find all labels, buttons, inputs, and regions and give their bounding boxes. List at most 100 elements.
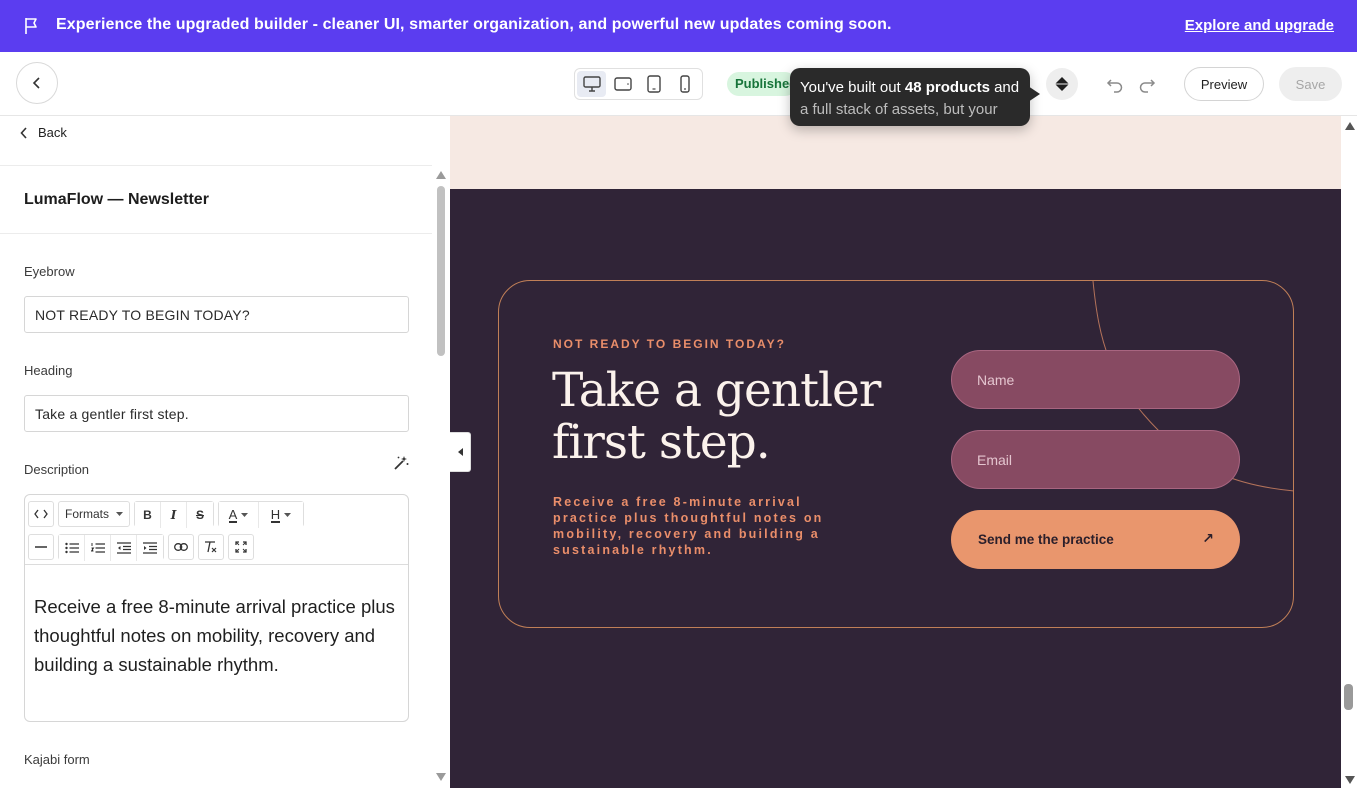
explore-upgrade-link[interactable]: Explore and upgrade bbox=[1185, 17, 1334, 34]
newsletter-card[interactable]: NOT READY TO BEGIN TODAY? Take a gentler… bbox=[498, 280, 1294, 628]
back-label: Back bbox=[38, 125, 67, 140]
formats-label: Formats bbox=[65, 507, 110, 521]
highlight-icon: H bbox=[270, 506, 281, 523]
canvas-scroll-up[interactable] bbox=[1345, 122, 1355, 130]
heading-label: Heading bbox=[24, 363, 73, 378]
caret-left-icon bbox=[457, 448, 463, 456]
products-tooltip: You've built out 48 products and a full … bbox=[790, 68, 1030, 126]
tooltip-line-2: a full stack of assets, but your 1:1 bbox=[800, 101, 998, 126]
fullscreen-icon bbox=[235, 541, 247, 553]
horizontal-rule-button[interactable] bbox=[28, 534, 54, 560]
tablet-portrait-icon bbox=[647, 75, 661, 93]
canvas-scroll-down[interactable] bbox=[1345, 776, 1355, 784]
banner-message: Experience the upgraded builder - cleane… bbox=[56, 16, 892, 33]
canvas-scrollbar-thumb[interactable] bbox=[1344, 684, 1353, 710]
code-icon bbox=[34, 509, 48, 519]
undo-icon[interactable] bbox=[1105, 74, 1125, 94]
tablet-landscape-icon bbox=[614, 77, 632, 91]
cta-label: Send me the practice bbox=[978, 532, 1114, 547]
device-switcher bbox=[574, 68, 703, 100]
previous-section-strip[interactable] bbox=[450, 116, 1341, 189]
eyebrow-label: Eyebrow bbox=[24, 264, 75, 279]
ai-assistant-button[interactable] bbox=[1046, 68, 1078, 100]
caret-down-icon bbox=[241, 513, 249, 517]
status-badge: Published bbox=[727, 72, 797, 96]
strikethrough-button[interactable]: S bbox=[187, 502, 213, 528]
flag-icon bbox=[25, 18, 37, 34]
heading-input[interactable] bbox=[24, 395, 409, 432]
email-input[interactable]: Email bbox=[951, 430, 1240, 489]
name-placeholder: Name bbox=[977, 371, 1015, 388]
font-color-button[interactable]: A bbox=[219, 502, 259, 528]
toolbar-row-1: Formats B I S A H bbox=[28, 499, 405, 529]
announcement-banner: Experience the upgraded builder - cleane… bbox=[0, 0, 1357, 52]
back-link[interactable]: Back bbox=[20, 125, 67, 140]
bold-button[interactable]: B bbox=[135, 502, 161, 528]
chevron-left-icon bbox=[20, 126, 27, 139]
editor-toolbar: Formats B I S A H bbox=[25, 495, 408, 565]
outdent-icon bbox=[116, 542, 131, 554]
device-mobile-button[interactable] bbox=[671, 71, 700, 97]
section-title: LumaFlow — Newsletter bbox=[24, 191, 209, 208]
desktop-icon bbox=[582, 76, 601, 92]
collapse-sidebar-tab[interactable] bbox=[450, 432, 471, 472]
formats-dropdown[interactable]: Formats bbox=[58, 501, 130, 527]
clear-format-icon bbox=[205, 541, 217, 553]
fullscreen-button[interactable] bbox=[228, 534, 254, 560]
divider bbox=[0, 233, 432, 234]
device-desktop-button[interactable] bbox=[577, 71, 607, 97]
numbered-list-button[interactable] bbox=[85, 535, 111, 561]
kajabi-form-label: Kajabi form bbox=[24, 752, 90, 767]
indent-icon bbox=[143, 542, 157, 554]
divider bbox=[0, 165, 432, 166]
preview-button[interactable]: Preview bbox=[1184, 67, 1264, 101]
newsletter-heading[interactable]: Take a gentler first step. bbox=[552, 365, 892, 469]
insert-link-button[interactable] bbox=[168, 534, 194, 560]
device-tablet-portrait-button[interactable] bbox=[640, 71, 669, 97]
send-practice-button[interactable]: Send me the practice ↗ bbox=[951, 510, 1240, 569]
heading-line-2: first step. bbox=[552, 415, 771, 470]
caret-down-icon bbox=[116, 512, 123, 516]
color-group: A H bbox=[218, 501, 304, 528]
device-tablet-landscape-button[interactable] bbox=[608, 71, 637, 97]
sidebar-scrollbar-thumb[interactable] bbox=[437, 186, 445, 356]
clear-formatting-button[interactable] bbox=[198, 534, 224, 560]
eyebrow-input[interactable] bbox=[24, 296, 409, 333]
arrow-up-right-icon: ↗ bbox=[1202, 530, 1214, 546]
page-preview-canvas: NOT READY TO BEGIN TODAY? Take a gentler… bbox=[450, 116, 1357, 788]
newsletter-description[interactable]: Receive a free 8-minute arrival practice… bbox=[553, 494, 873, 558]
save-button[interactable]: Save bbox=[1279, 67, 1342, 101]
description-rich-text-editor: Formats B I S A H Receive a free 8-minut… bbox=[24, 494, 409, 722]
tooltip-suffix: and bbox=[989, 79, 1020, 96]
bold-icon: B bbox=[143, 508, 152, 522]
email-placeholder: Email bbox=[977, 451, 1013, 468]
italic-button[interactable]: I bbox=[161, 502, 187, 528]
tooltip-highlight: 48 products bbox=[904, 79, 990, 96]
magic-wand-icon[interactable] bbox=[392, 454, 410, 472]
sidebar-scroll-up[interactable] bbox=[436, 171, 446, 179]
description-label: Description bbox=[24, 462, 90, 477]
bullet-list-icon bbox=[64, 542, 79, 554]
tooltip-line-1: You've built out 48 products and bbox=[800, 77, 1020, 99]
tooltip-tail bbox=[1028, 86, 1040, 102]
redo-icon[interactable] bbox=[1137, 74, 1157, 94]
caret-down-icon bbox=[284, 513, 292, 517]
toolbar-row-2 bbox=[28, 532, 405, 562]
bullet-list-button[interactable] bbox=[59, 535, 85, 561]
newsletter-eyebrow[interactable]: NOT READY TO BEGIN TODAY? bbox=[553, 337, 786, 351]
text-style-group: B I S bbox=[134, 501, 214, 528]
exit-builder-button[interactable] bbox=[16, 62, 58, 104]
name-input[interactable]: Name bbox=[951, 350, 1240, 409]
chevron-left-icon bbox=[32, 77, 40, 89]
description-editor-body[interactable]: Receive a free 8-minute arrival practice… bbox=[25, 565, 408, 679]
sidebar-scroll-down[interactable] bbox=[436, 773, 446, 781]
mobile-icon bbox=[680, 75, 691, 93]
link-icon bbox=[174, 543, 188, 551]
settings-sidebar: Back LumaFlow — Newsletter Eyebrow Headi… bbox=[0, 116, 450, 788]
tooltip-prefix: You've built out bbox=[800, 79, 905, 96]
numbered-list-icon bbox=[90, 543, 105, 553]
source-code-button[interactable] bbox=[28, 501, 54, 527]
indent-button[interactable] bbox=[137, 535, 163, 561]
highlight-color-button[interactable]: H bbox=[259, 502, 303, 528]
outdent-button[interactable] bbox=[111, 535, 137, 561]
